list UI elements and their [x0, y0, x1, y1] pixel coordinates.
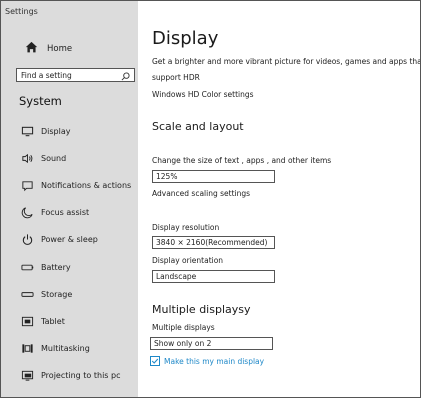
multitasking-icon	[20, 341, 34, 355]
advanced-scaling-link[interactable]: Advanced scaling settings	[152, 189, 250, 198]
sidebar-item-display[interactable]: Display	[1, 120, 138, 142]
sidebar-item-label: Focus assist	[41, 207, 90, 217]
search-input[interactable]	[21, 70, 116, 80]
search-box[interactable]	[16, 68, 135, 82]
home-button[interactable]: Home	[25, 39, 72, 58]
projecting-icon	[20, 368, 34, 382]
sidebar-item-focus-assist[interactable]: Focus assist	[1, 201, 138, 223]
tablet-icon	[20, 314, 34, 328]
sidebar-item-storage[interactable]: Storage	[1, 283, 138, 305]
sidebar-item-battery[interactable]: Battery	[1, 256, 138, 278]
search-icon	[121, 66, 130, 85]
windows-hd-color-link[interactable]: Windows HD Color settings	[152, 90, 254, 99]
resolution-dropdown[interactable]: 3840 × 2160(Recommended)	[152, 236, 275, 249]
resolution-label: Display resolution	[152, 223, 220, 232]
orientation-label: Display orientation	[152, 256, 224, 265]
sidebar-item-label: Sound	[41, 153, 67, 163]
scale-layout-heading: Scale and layout	[152, 120, 244, 133]
sidebar-item-tablet[interactable]: Tablet	[1, 310, 138, 332]
sidebar-item-label: Battery	[41, 262, 71, 272]
hdr-description: Get a brighter and more vibrant picture …	[152, 57, 421, 66]
sidebar-item-power-sleep[interactable]: Power & sleep	[1, 228, 138, 250]
scale-dropdown[interactable]: 125%	[152, 170, 275, 183]
power-icon	[20, 232, 34, 246]
battery-icon	[20, 260, 34, 274]
sidebar-item-label: Display	[41, 126, 71, 136]
scale-label: Change the size of text , apps , and oth…	[152, 156, 332, 165]
sidebar-item-label: Notifications & actions	[41, 180, 132, 190]
multiple-displays-heading: Multiple displaysy	[152, 303, 251, 316]
multiple-displays-dropdown[interactable]: Show only on 2	[150, 337, 273, 350]
sidebar-item-label: Projecting to this pc	[41, 370, 121, 380]
settings-window: Settings Home System Display Sound	[0, 0, 421, 398]
hdr-description-cont: support HDR	[152, 73, 200, 82]
main-display-checkbox[interactable]: Make this my main display	[150, 356, 264, 366]
checkbox-box[interactable]	[150, 356, 160, 366]
app-title: Settings	[5, 7, 38, 16]
monitor-icon	[20, 124, 34, 138]
home-label: Home	[47, 43, 73, 54]
notification-icon	[20, 178, 34, 192]
sidebar-item-projecting[interactable]: Projecting to this pc	[1, 364, 138, 386]
sidebar-item-label: Power & sleep	[41, 234, 98, 244]
sidebar-item-label: Tablet	[41, 316, 65, 326]
sidebar: Settings Home System Display Sound	[1, 1, 138, 397]
sidebar-item-sound[interactable]: Sound	[1, 147, 138, 169]
main-display-label: Make this my main display	[164, 356, 265, 366]
sidebar-item-notifications[interactable]: Notifications & actions	[1, 174, 138, 196]
moon-icon	[20, 205, 34, 219]
home-icon	[25, 39, 38, 58]
display-settings-panel: Display Get a brighter and more vibrant …	[138, 1, 421, 397]
page-title: Display	[152, 28, 219, 49]
speaker-icon	[20, 151, 34, 165]
sidebar-item-multitasking[interactable]: Multitasking	[1, 337, 138, 359]
storage-icon	[20, 287, 34, 301]
sidebar-item-label: Storage	[41, 289, 73, 299]
orientation-dropdown[interactable]: Landscape	[152, 270, 275, 283]
checkmark-icon	[151, 358, 159, 364]
sidebar-item-label: Multitasking	[41, 343, 90, 353]
multiple-displays-label: Multiple displays	[152, 323, 215, 332]
section-title: System	[19, 94, 62, 108]
